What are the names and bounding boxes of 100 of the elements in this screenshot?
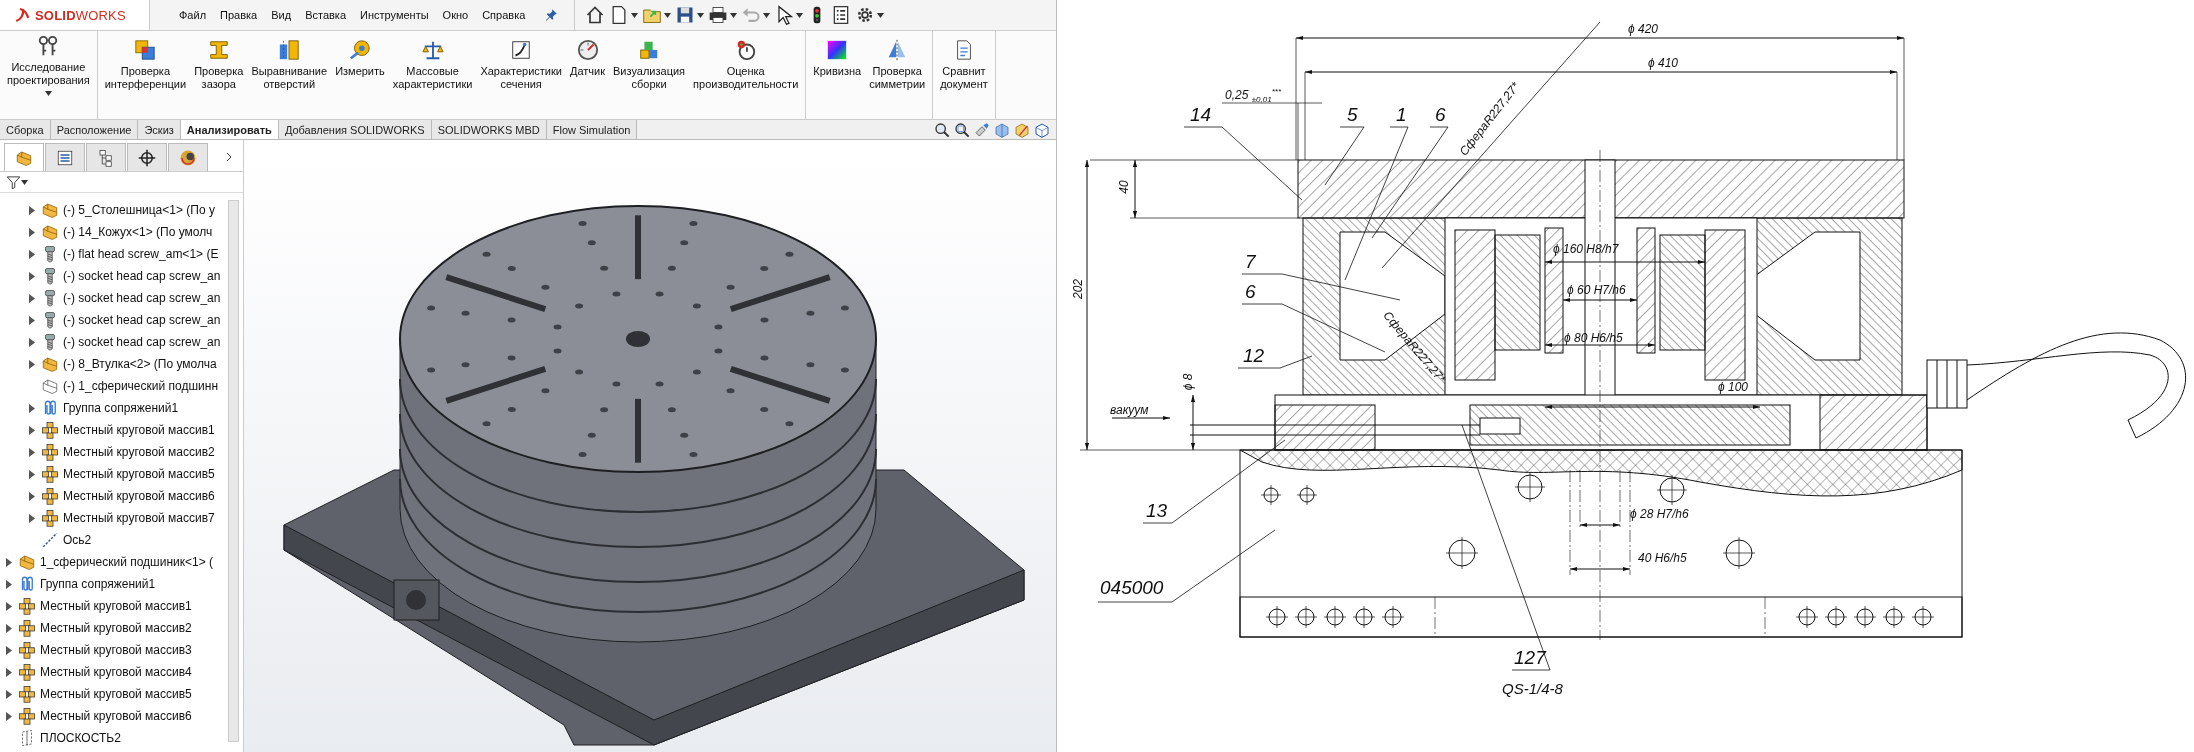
dimension-label: ϕ 420	[1628, 22, 1659, 36]
tree-item[interactable]: Группа сопряжений1	[40, 577, 156, 591]
scrollbar[interactable]	[228, 200, 239, 742]
menu-item[interactable]: Справка	[475, 6, 533, 24]
expand-arrow-icon[interactable]	[29, 447, 35, 457]
tree-item[interactable]: (-) 14_Кожух<1> (По умолч	[63, 225, 213, 239]
feature-tree-icon	[15, 148, 33, 167]
expand-arrow-icon[interactable]	[6, 645, 12, 655]
expand-arrow-icon[interactable]	[29, 513, 35, 523]
ribbon-button[interactable]: Проверка зазора	[191, 31, 247, 119]
ribbon-button[interactable]: Сравнит документ	[937, 31, 991, 119]
tree-item[interactable]: Местный круговой массив3	[40, 643, 192, 657]
command-tab[interactable]: Расположение	[50, 120, 139, 139]
expand-arrow-icon[interactable]	[6, 601, 12, 611]
configuration-tree-icon	[97, 148, 115, 167]
expand-arrow-icon[interactable]	[29, 337, 35, 347]
tree-item[interactable]: (-) 5_Столешница<1> (По у	[63, 203, 215, 217]
tree-item[interactable]: Местный круговой массив6	[63, 489, 215, 503]
caret-icon[interactable]	[21, 179, 28, 185]
tree-item[interactable]: (-) 8_Втулка<2> (По умолча	[63, 357, 217, 371]
tree-item[interactable]: (-) socket head cap screw_an	[63, 291, 221, 305]
tree-item[interactable]: Местный круговой массив5	[40, 687, 192, 701]
axis-line-icon	[41, 531, 59, 549]
expand-arrow-icon[interactable]	[29, 491, 35, 501]
expand-arrow-icon[interactable]	[29, 359, 35, 369]
expand-arrow-icon[interactable]	[29, 403, 35, 413]
command-tab[interactable]: Анализировать	[180, 120, 279, 139]
ribbon-button[interactable]: Датчик	[566, 31, 609, 119]
caret-icon[interactable]	[877, 12, 885, 18]
color-gradient-icon	[826, 39, 849, 61]
caret-icon[interactable]	[796, 12, 804, 18]
expand-arrow-icon[interactable]	[6, 689, 12, 699]
command-tab[interactable]: SOLIDWORKS MBD	[431, 120, 547, 139]
dimension-label: 202	[1071, 279, 1085, 299]
menu-item[interactable]: Вставка	[298, 6, 353, 24]
caret-icon[interactable]	[730, 12, 738, 18]
tree-item[interactable]: ПЛОСКОСТЬ2	[40, 731, 121, 745]
expand-arrow-icon[interactable]	[29, 293, 35, 303]
expand-arrow-icon[interactable]	[6, 623, 12, 633]
caret-icon[interactable]	[44, 91, 52, 96]
command-tab[interactable]: Эскиз	[138, 120, 181, 139]
caret-icon[interactable]	[631, 12, 639, 18]
expand-arrow-icon[interactable]	[29, 271, 35, 281]
menu-item[interactable]: Инструменты	[353, 6, 436, 24]
menu-item[interactable]: Файл	[172, 6, 214, 24]
tree-item[interactable]: (-) socket head cap screw_an	[63, 269, 221, 283]
tree-item[interactable]: Местный круговой массив1	[63, 423, 215, 437]
ribbon-button[interactable]: Характеристики сечения	[477, 31, 565, 119]
expand-arrow-icon[interactable]	[29, 227, 35, 237]
expand-arrow-icon[interactable]	[6, 557, 12, 567]
tree-item[interactable]: (-) flat head screw_am<1> (E	[63, 247, 219, 261]
caret-icon[interactable]	[664, 12, 672, 18]
ribbon-button[interactable]: Оценка производительности	[690, 31, 802, 119]
appearance-sphere-icon	[179, 148, 197, 167]
tape-measure-icon	[348, 39, 371, 61]
pattern-icon	[18, 641, 36, 659]
ribbon-button[interactable]: Проверка симметрии	[866, 31, 929, 119]
command-tab[interactable]: Добавления SOLIDWORKS	[278, 120, 432, 139]
tree-item[interactable]: (-) 1_сферический подшинн	[63, 379, 218, 393]
command-tab[interactable]: Flow Simulation	[546, 120, 638, 139]
tree-item[interactable]: (-) socket head cap screw_an	[63, 335, 221, 349]
tree-item[interactable]: Местный круговой массив1	[40, 599, 192, 613]
tree-item[interactable]: Группа сопряжений1	[63, 401, 179, 415]
ribbon-button[interactable]: Выравнивание отверстий	[248, 31, 331, 119]
expand-arrow-icon[interactable]	[6, 711, 12, 721]
ribbon-button[interactable]: Проверка интерференции	[101, 31, 190, 119]
dimension-label: ϕ 80 H6/h5	[1564, 331, 1623, 345]
expand-arrow-icon[interactable]	[29, 315, 35, 325]
callout-number: 6	[1245, 282, 1256, 302]
tree-item[interactable]: Местный круговой массив7	[63, 511, 215, 525]
ribbon-button[interactable]: Визуализация сборки	[610, 31, 689, 119]
expand-arrow-icon[interactable]	[6, 579, 12, 589]
expand-arrow-icon[interactable]	[29, 425, 35, 435]
tree-item[interactable]: Местный круговой массив5	[63, 467, 215, 481]
ribbon-button[interactable]: Измерить	[332, 31, 388, 119]
caret-icon[interactable]	[763, 12, 771, 18]
tree-item[interactable]: 1_сферический подшиник<1> (	[40, 555, 214, 569]
tree-item[interactable]: (-) socket head cap screw_an	[63, 313, 221, 327]
design-study-button[interactable]: Исследование проектирования	[4, 31, 93, 119]
command-tab[interactable]: Сборка	[0, 120, 51, 139]
dimension-label: ϕ 100	[1718, 380, 1749, 394]
expand-arrow-icon[interactable]	[29, 249, 35, 259]
expand-arrow-icon[interactable]	[29, 469, 35, 479]
expand-arrow-icon[interactable]	[6, 667, 12, 677]
tree-item[interactable]: Местный круговой массив4	[40, 665, 192, 679]
tree-item[interactable]: Местный круговой массив2	[40, 621, 192, 635]
pattern-icon	[18, 685, 36, 703]
expand-arrow-icon[interactable]	[29, 205, 35, 215]
menu-item[interactable]: Правка	[213, 6, 265, 24]
tree-item[interactable]: Ось2	[63, 533, 92, 547]
menu-item[interactable]: Окно	[435, 6, 476, 24]
ribbon-button[interactable]: Кривизна	[810, 31, 865, 119]
tree-item[interactable]: Местный круговой массив6	[40, 709, 192, 723]
dimension-label: ϕ 8	[1181, 373, 1196, 391]
callout-number: 045000	[1100, 578, 1164, 598]
pattern-icon	[18, 707, 36, 725]
ribbon-button[interactable]: Массовые характеристики	[389, 31, 476, 119]
menu-item[interactable]: Вид	[264, 6, 299, 24]
caret-icon[interactable]	[697, 12, 705, 18]
tree-item[interactable]: Местный круговой массив2	[63, 445, 215, 459]
